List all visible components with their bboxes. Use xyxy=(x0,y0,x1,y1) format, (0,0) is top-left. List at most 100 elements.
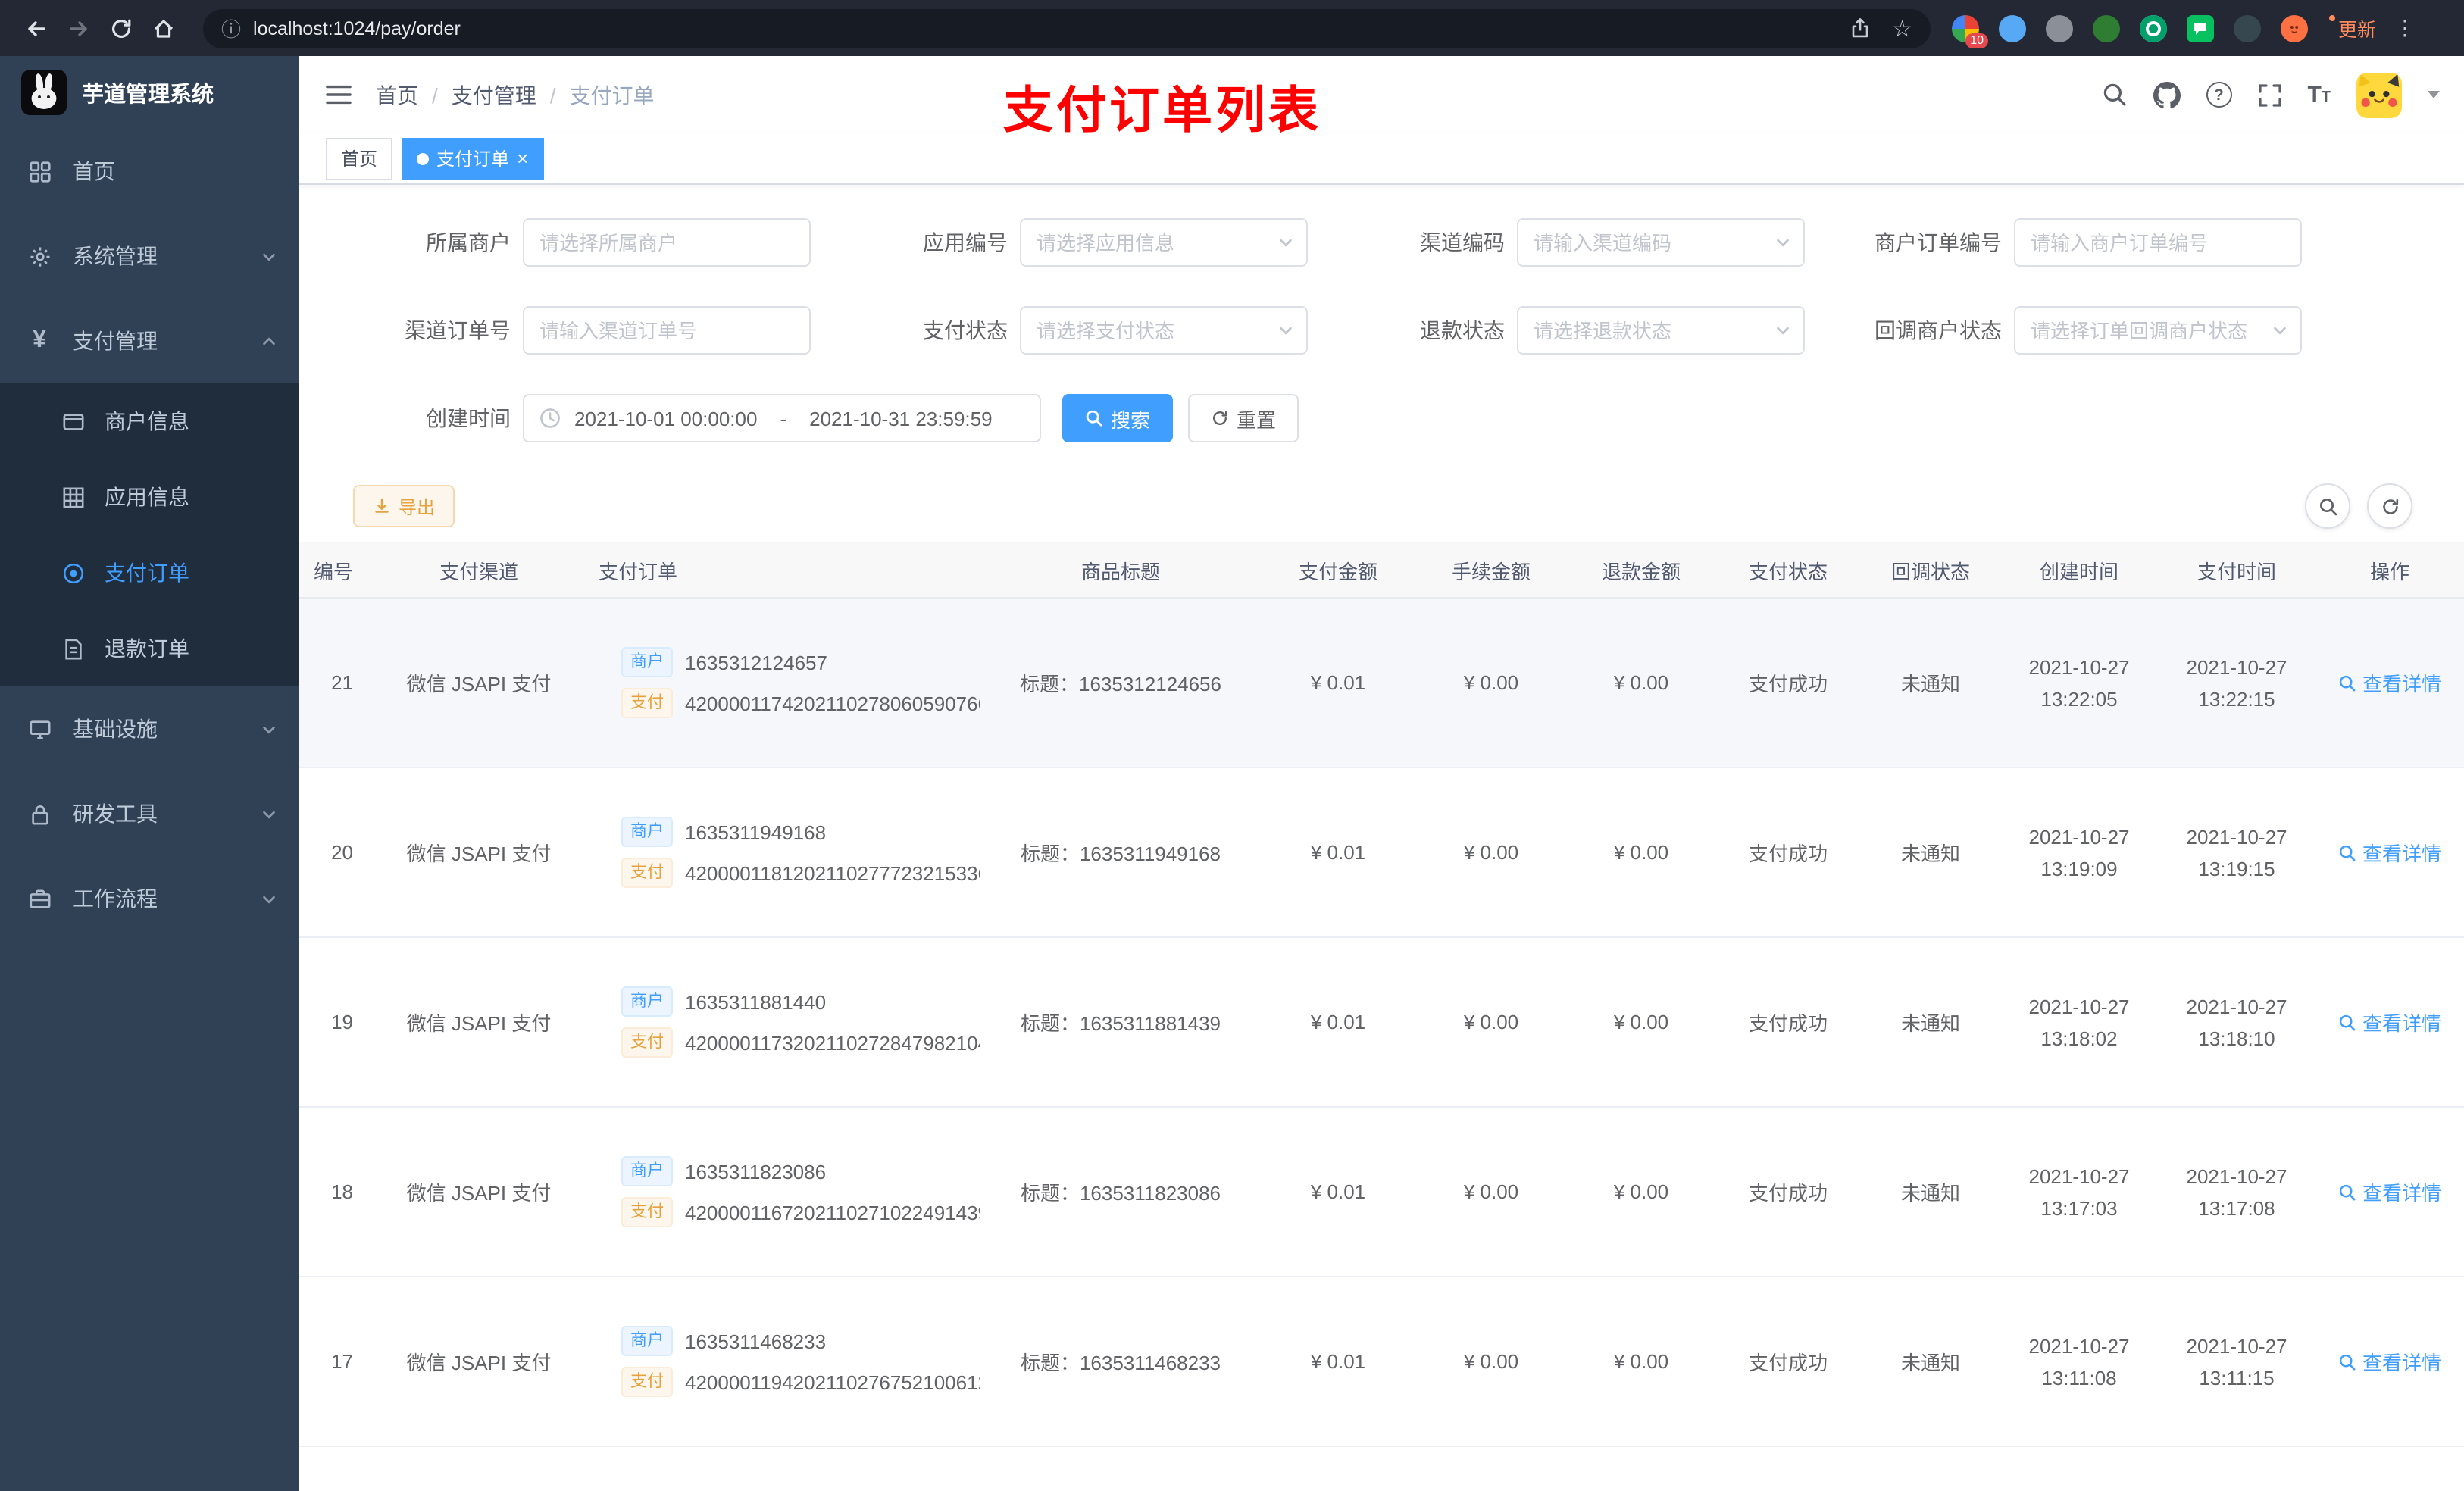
row-pay-amount: ¥ 0.01 xyxy=(1310,1180,1366,1203)
sidebar-item-system[interactable]: 系统管理 xyxy=(0,214,299,299)
font-size-icon[interactable]: TT xyxy=(2307,83,2331,106)
refund-status-filter-select[interactable] xyxy=(1517,306,1805,355)
extension-icon-gray[interactable] xyxy=(2046,14,2073,42)
view-detail-label: 查看详情 xyxy=(2362,1182,2441,1205)
extension-icon-dark[interactable] xyxy=(2234,14,2261,42)
merchant-filter-input[interactable] xyxy=(523,218,811,267)
extension-icon-ring[interactable] xyxy=(2140,14,2167,42)
user-avatar[interactable] xyxy=(2356,72,2402,117)
browser-profile-icon[interactable] xyxy=(2281,14,2308,42)
table-header: 编号 支付渠道 支付订单 商品标题 支付金额 手续金额 退款金额 支付状态 回调… xyxy=(299,542,2464,599)
view-detail-link[interactable]: 查看详情 xyxy=(2338,1008,2441,1036)
share-icon[interactable] xyxy=(1848,17,1871,39)
row-fee-amount: ¥ 0.00 xyxy=(1463,841,1519,864)
pay-status-filter-field[interactable] xyxy=(1020,306,1308,355)
title-value: 1635311949168 xyxy=(1079,842,1221,865)
sidebar-item-infra[interactable]: 基础设施 xyxy=(0,686,299,771)
pay-status-filter-select[interactable] xyxy=(1020,306,1308,355)
toggle-search-button[interactable] xyxy=(2305,483,2350,529)
address-bar[interactable]: ⓘ localhost:1024/pay/order ☆ xyxy=(203,8,1931,48)
extension-icon-chat[interactable] xyxy=(2187,14,2214,42)
pay-badge: 支付 xyxy=(621,688,673,718)
app-no-filter-field[interactable] xyxy=(1020,218,1308,267)
browser-home-icon[interactable] xyxy=(142,7,185,49)
row-created-time: 2021-10-27 13:11:08 xyxy=(2028,1334,2130,1389)
row-paid-time: 2021-10-27 13:17:08 xyxy=(2186,1164,2287,1219)
view-detail-link[interactable]: 查看详情 xyxy=(2338,668,2441,697)
browser-update-button[interactable]: 更新 xyxy=(2329,14,2376,42)
sidebar-item-app-info[interactable]: 应用信息 xyxy=(0,459,299,535)
breadcrumb-separator: / xyxy=(549,83,556,107)
sidebar-toggle-icon[interactable] xyxy=(326,83,352,106)
merchant-order-no-input[interactable] xyxy=(2014,218,2302,267)
sidebar-item-home[interactable]: 首页 xyxy=(0,129,299,214)
sidebar-item-pay-order[interactable]: 支付订单 xyxy=(0,535,299,611)
breadcrumb: 首页 / 支付管理 / 支付订单 xyxy=(376,80,655,110)
browser-extensions-area: 10 xyxy=(1952,14,2308,48)
reset-button[interactable]: 重置 xyxy=(1188,394,1299,442)
sidebar-item-devtools[interactable]: 研发工具 xyxy=(0,771,299,856)
sidebar-item-refund-order[interactable]: 退款订单 xyxy=(0,611,299,686)
browser-reload-icon[interactable] xyxy=(100,7,142,49)
sidebar-item-merchant-info[interactable]: 商户信息 xyxy=(0,383,299,459)
bookmark-star-icon[interactable]: ☆ xyxy=(1892,14,1912,42)
tab-home[interactable]: 首页 xyxy=(326,137,393,180)
tab-pay-order[interactable]: 支付订单 × xyxy=(402,137,544,180)
help-icon[interactable]: ? xyxy=(2206,82,2232,108)
filter-label: 商户订单编号 xyxy=(1875,230,2002,255)
table-row: 21 微信 JSAPI 支付 商户 1635312124657 支付 42000… xyxy=(299,599,2464,768)
pay-submenu: 商户信息 应用信息 支付订单 退款订单 xyxy=(0,383,299,686)
channel-order-no-input[interactable] xyxy=(523,306,811,355)
date-range-picker[interactable]: 2021-10-01 00:00:00 - 2021-10-31 23:59:5… xyxy=(523,394,1041,442)
view-detail-label: 查看详情 xyxy=(2362,842,2441,865)
breadcrumb-home[interactable]: 首页 xyxy=(376,80,418,110)
notify-status-filter-field[interactable] xyxy=(2014,306,2302,355)
site-info-icon[interactable]: ⓘ xyxy=(221,14,241,42)
tab-close-icon[interactable]: × xyxy=(517,148,528,168)
row-created-time: 2021-10-27 13:22:05 xyxy=(2028,655,2130,710)
browser-menu-icon[interactable]: ⋮ xyxy=(2394,15,2416,41)
view-detail-link[interactable]: 查看详情 xyxy=(2338,838,2441,867)
refresh-table-button[interactable] xyxy=(2367,483,2412,529)
filter-label: 支付状态 xyxy=(923,318,1008,342)
view-detail-link[interactable]: 查看详情 xyxy=(2338,1347,2441,1376)
date-end: 2021-10-31 23:59:59 xyxy=(809,407,993,430)
channel-code-filter-field[interactable] xyxy=(1517,218,1805,267)
channel-code-filter-select[interactable] xyxy=(1517,218,1805,267)
row-notify-status: 未通知 xyxy=(1900,842,1960,865)
merchant-filter-input-field[interactable] xyxy=(523,218,811,267)
fullscreen-icon[interactable] xyxy=(2257,83,2281,107)
search-button[interactable]: 搜索 xyxy=(1062,394,1174,442)
view-detail-link[interactable]: 查看详情 xyxy=(2338,1177,2441,1206)
col-header-channel: 支付渠道 xyxy=(439,560,518,583)
browser-forward-icon[interactable] xyxy=(58,7,100,49)
chevron-down-icon xyxy=(261,248,277,264)
merchant-order-no-input-field[interactable] xyxy=(2014,218,2302,267)
table-row: 17 微信 JSAPI 支付 商户 1635311468233 支付 42000… xyxy=(299,1277,2464,1447)
reset-button-label: 重置 xyxy=(1237,408,1277,431)
export-button[interactable]: 导出 xyxy=(353,485,455,527)
row-paid-time: 2021-10-27 13:22:15 xyxy=(2186,655,2287,710)
extension-icon-green[interactable] xyxy=(2093,14,2120,42)
col-header-action: 操作 xyxy=(2369,560,2409,583)
briefcase-icon xyxy=(27,887,52,910)
app-logo[interactable]: 芋道管理系统 xyxy=(0,56,299,129)
notify-status-filter-select[interactable] xyxy=(2014,306,2302,355)
avatar-caret-icon[interactable] xyxy=(2428,91,2440,98)
extension-icon-blue[interactable] xyxy=(1999,14,2026,42)
row-refund-amount: ¥ 0.00 xyxy=(1613,841,1669,864)
title-prefix: 标题： xyxy=(1020,1182,1080,1205)
row-pay-status: 支付成功 xyxy=(1748,1352,1828,1374)
sidebar-item-workflow[interactable]: 工作流程 xyxy=(0,856,299,941)
sidebar-item-pay[interactable]: ¥ 支付管理 xyxy=(0,299,299,383)
channel-order-no-input-field[interactable] xyxy=(523,306,811,355)
table-row: 19 微信 JSAPI 支付 商户 1635311881440 支付 42000… xyxy=(299,938,2464,1108)
refund-status-filter-field[interactable] xyxy=(1517,306,1805,355)
github-icon[interactable] xyxy=(2153,81,2181,108)
chevron-down-icon xyxy=(1277,234,1294,251)
search-icon[interactable] xyxy=(2101,82,2127,108)
browser-back-icon[interactable] xyxy=(15,7,58,49)
breadcrumb-pay-manage[interactable]: 支付管理 xyxy=(452,80,536,110)
app-no-filter-select[interactable] xyxy=(1020,218,1308,267)
extension-icon-colorful[interactable]: 10 xyxy=(1952,14,1988,48)
